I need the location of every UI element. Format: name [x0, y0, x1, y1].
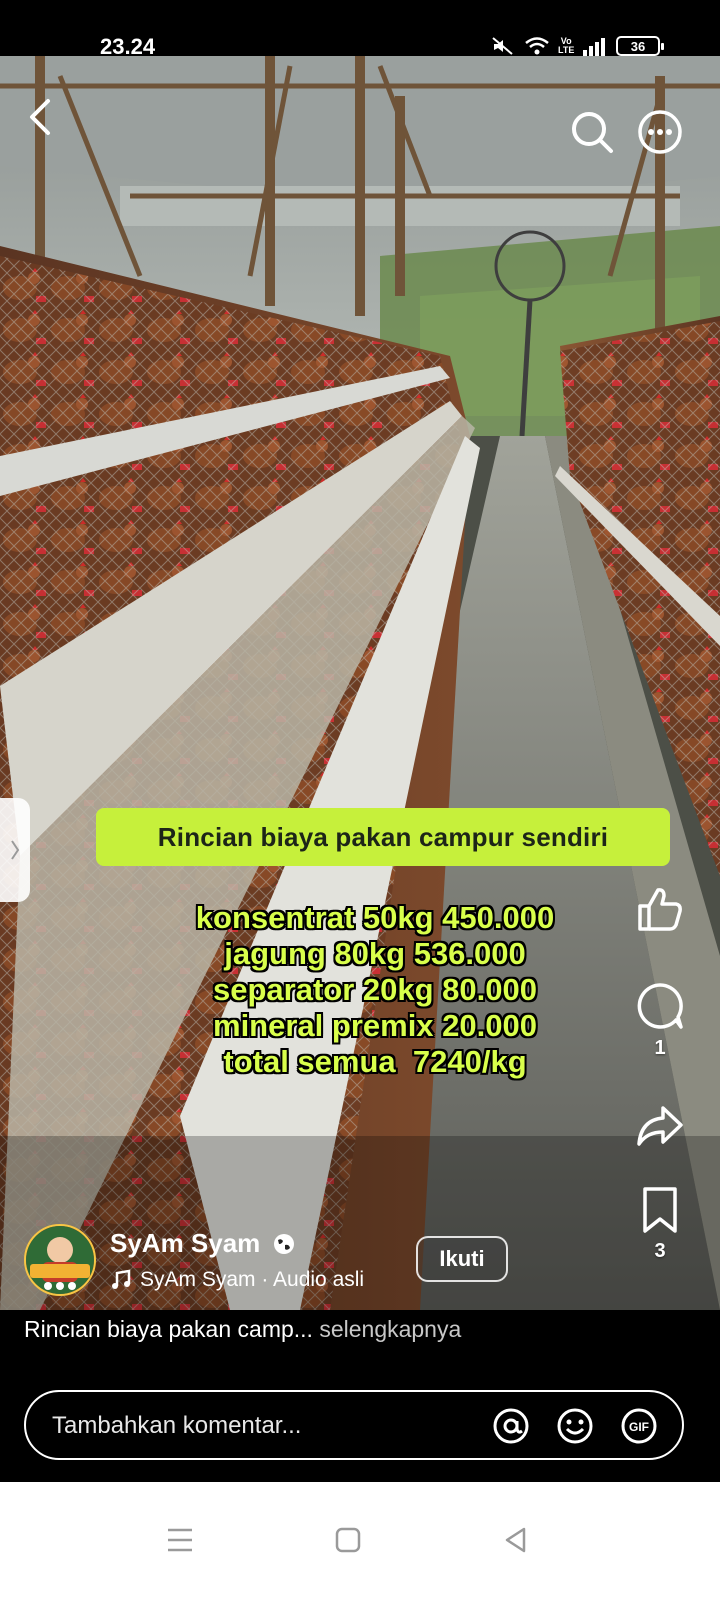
search-button[interactable]	[568, 108, 616, 156]
post-more-button[interactable]	[638, 1306, 682, 1310]
gif-icon: GIF	[621, 1408, 657, 1444]
thumbs-up-icon	[638, 888, 682, 931]
globe-icon	[274, 1233, 295, 1254]
share-button[interactable]	[630, 1104, 690, 1148]
mention-button[interactable]	[492, 1407, 530, 1445]
author-name[interactable]: SyAm Syam	[110, 1228, 260, 1259]
side-panel-handle[interactable]	[0, 798, 30, 902]
svg-text:GIF: GIF	[629, 1420, 649, 1434]
cost-line-separator: separator 20kg 80.000	[213, 972, 537, 1007]
emoji-button[interactable]	[556, 1407, 594, 1445]
video-player[interactable]: Rincian biaya pakan campur sendiri konse…	[0, 56, 720, 1310]
author-info: SyAm Syam SyAm Syam · Audio asli Ikuti	[24, 1224, 604, 1304]
chevron-right-icon	[11, 840, 20, 860]
author-name-row[interactable]: SyAm Syam	[110, 1228, 296, 1259]
battery-level: 36	[630, 38, 646, 54]
search-icon	[572, 112, 613, 153]
caption-text: Rincian biaya pakan camp...	[24, 1316, 313, 1342]
audio-line[interactable]: SyAm Syam · Audio asli	[110, 1268, 364, 1292]
back-button[interactable]	[18, 90, 62, 144]
comment-input-bar[interactable]: Tambahkan komentar... GIF	[24, 1390, 684, 1460]
cost-line-mineral: mineral premix 20.000	[213, 1008, 537, 1043]
mute-icon	[490, 36, 516, 56]
audio-label: SyAm Syam · Audio asli	[140, 1268, 365, 1291]
see-more-link[interactable]: selengkapnya	[319, 1316, 461, 1342]
more-options-button[interactable]	[636, 108, 684, 156]
video-overlay-title: Rincian biaya pakan campur sendiri	[96, 808, 670, 866]
like-button[interactable]	[630, 886, 690, 932]
status-bar: 23.24 Vo LTE 36	[0, 0, 720, 59]
cost-breakdown: konsentrat 50kg 450.000 jagung 80kg 536.…	[140, 900, 610, 1080]
system-back-button[interactable]	[496, 1520, 536, 1560]
cost-line-corn: jagung 80kg 536.000	[224, 936, 526, 971]
status-icons: Vo LTE 36	[490, 36, 664, 56]
bookmark-icon	[643, 1187, 677, 1233]
comment-count: 1	[654, 1037, 666, 1059]
save-count: 3	[654, 1240, 666, 1262]
wifi-icon	[524, 36, 550, 56]
at-sign-icon	[493, 1408, 529, 1444]
emoji-icon	[557, 1408, 593, 1444]
home-button[interactable]	[328, 1520, 368, 1560]
comment-input[interactable]: Tambahkan komentar...	[52, 1412, 301, 1440]
comment-icon	[637, 983, 683, 1029]
comment-button[interactable]: 1	[630, 981, 690, 1060]
save-button[interactable]: 3	[630, 1186, 690, 1263]
back-triangle-icon	[505, 1527, 526, 1553]
more-horizontal-icon	[638, 110, 682, 154]
signal-icon	[582, 36, 608, 56]
recent-apps-button[interactable]	[160, 1520, 200, 1560]
back-arrow-icon	[30, 99, 50, 135]
volte-icon: Vo LTE	[558, 36, 575, 55]
cost-line-total: total semua 7240/kg	[223, 1044, 527, 1079]
cost-line-concentrate: konsentrat 50kg 450.000	[195, 900, 555, 935]
home-square-icon	[335, 1527, 361, 1553]
music-note-icon	[112, 1269, 131, 1289]
avatar[interactable]	[24, 1224, 96, 1296]
gif-button[interactable]: GIF	[620, 1407, 658, 1445]
video-frame-chicken-farm	[0, 56, 720, 1310]
menu-lines-icon	[168, 1528, 192, 1552]
avatar-logo	[26, 1226, 94, 1294]
battery-icon: 36	[616, 36, 664, 56]
follow-button[interactable]: Ikuti	[416, 1236, 508, 1282]
system-nav-bar	[0, 1482, 720, 1600]
post-caption[interactable]: Rincian biaya pakan camp... selengkapnya	[24, 1316, 704, 1343]
share-icon	[637, 1106, 683, 1146]
